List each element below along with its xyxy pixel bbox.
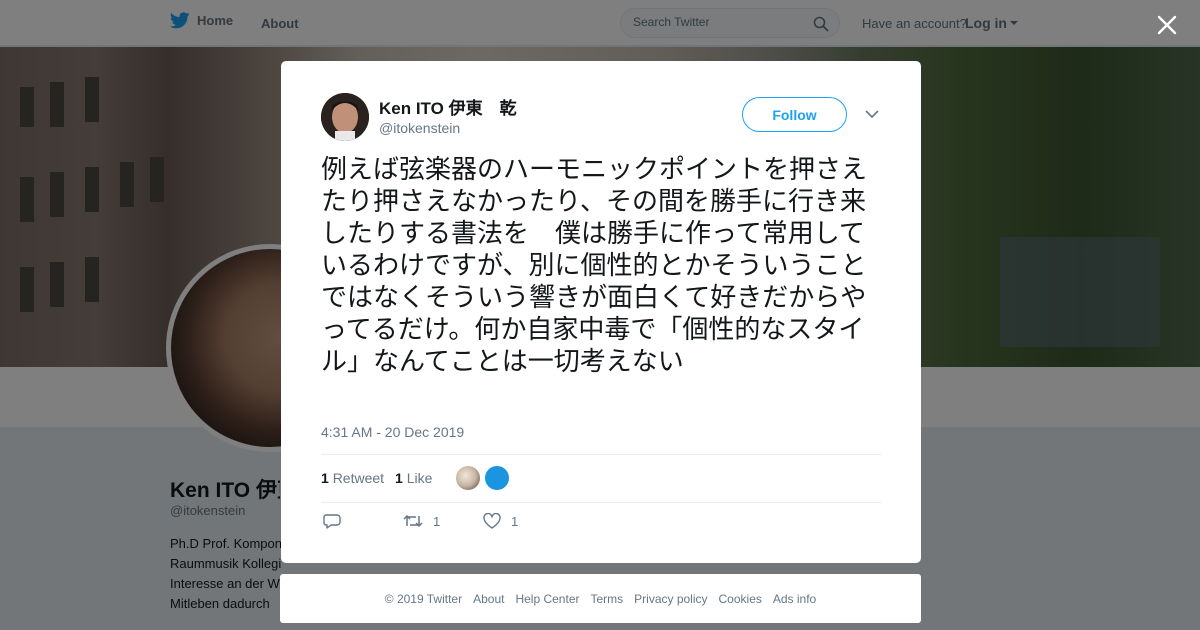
chevron-down-icon[interactable] [865, 109, 879, 119]
like-count: 1 [395, 470, 403, 486]
retweet-stat-label: Retweet [332, 470, 385, 486]
tweet-timestamp[interactable]: 4:31 AM - 20 Dec 2019 [321, 424, 464, 440]
tweet-modal: Ken ITO 伊東 乾 @itokenstein Follow 例えば弦楽器の… [281, 61, 921, 563]
tweet-text: 例えば弦楽器のハーモニックポイントを押さえたり押さえなかったり、その間を勝手に行… [321, 154, 868, 376]
footer-link-cookies[interactable]: Cookies [719, 592, 762, 606]
reply-icon [323, 514, 341, 529]
tweet-actions: 1 1 [321, 513, 881, 537]
footer-link-ads-info[interactable]: Ads info [773, 592, 816, 606]
liker-avatar[interactable] [485, 466, 509, 490]
footer: © 2019 Twitter About Help Center Terms P… [280, 574, 921, 623]
like-stat[interactable]: 1 Like [395, 470, 432, 486]
retweet-stat[interactable]: 1 Retweet [321, 470, 384, 486]
tweet-stats: 1 Retweet 1 Like [321, 454, 881, 503]
like-action[interactable]: 1 [483, 513, 518, 529]
reply-action[interactable] [323, 513, 341, 529]
tweet-author-name[interactable]: Ken ITO 伊東 乾 [379, 94, 517, 119]
retweet-action[interactable]: 1 [403, 513, 440, 529]
footer-link-help-center[interactable]: Help Center [515, 592, 579, 606]
tweet-author-handle[interactable]: @itokenstein [379, 120, 460, 136]
heart-icon [483, 513, 501, 529]
footer-link-terms[interactable]: Terms [590, 592, 623, 606]
like-stat-label: Like [406, 470, 433, 486]
close-icon[interactable] [1155, 13, 1179, 37]
footer-link-privacy-policy[interactable]: Privacy policy [634, 592, 707, 606]
like-action-count: 1 [511, 513, 519, 529]
retweet-action-count: 1 [433, 513, 441, 529]
footer-link-about[interactable]: About [473, 592, 504, 606]
liker-avatar[interactable] [456, 466, 480, 490]
avatar-photo [321, 93, 369, 141]
retweet-icon [403, 514, 423, 528]
retweet-count: 1 [321, 470, 329, 486]
footer-copyright[interactable]: © 2019 Twitter [385, 592, 462, 606]
tweet-author-avatar[interactable] [321, 93, 369, 141]
follow-button[interactable]: Follow [742, 97, 847, 132]
